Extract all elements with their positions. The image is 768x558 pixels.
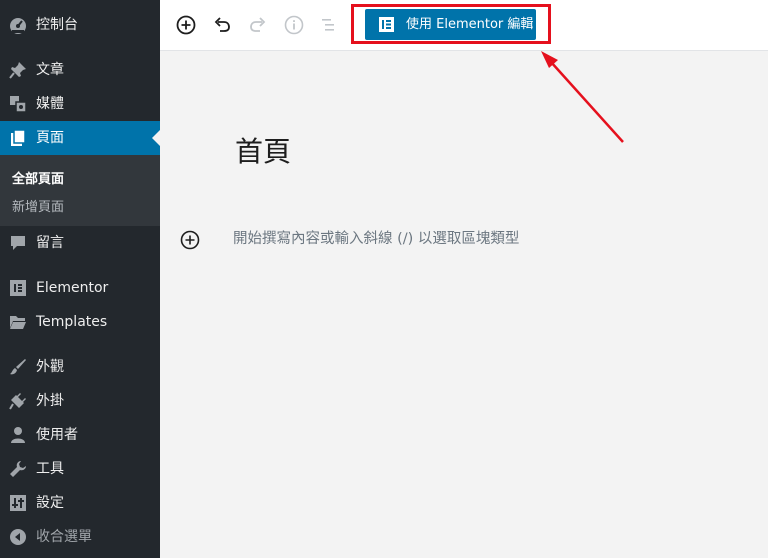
edit-with-elementor-button[interactable]: 使用 Elementor 編輯 [365,9,536,40]
info-icon[interactable] [282,13,306,37]
elementor-icon [379,17,394,32]
dashboard-icon [9,16,27,34]
elementor-icon [9,279,27,297]
edit-with-elementor-label: 使用 Elementor 編輯 [406,17,534,32]
add-block-icon[interactable] [174,13,198,37]
list-view-icon[interactable] [317,13,341,37]
sidebar-item-tools[interactable]: 工具 [0,452,160,486]
sidebar-item-label: Elementor [36,280,109,296]
sidebar-item-label: Templates [36,314,108,330]
page-title[interactable]: 首頁 [235,130,291,170]
redo-icon[interactable] [246,13,270,37]
block-inserter-icon[interactable] [180,230,200,250]
submenu-add-page[interactable]: 新增頁面 [12,196,64,215]
sidebar-item-label: 收合選單 [36,529,92,545]
admin-sidebar: 控制台 文章 媒體 頁面 全部頁面 新增頁面 留言 Elementor Temp… [0,0,160,558]
user-icon [9,426,27,444]
sidebar-item-label: 媒體 [36,96,64,112]
sidebar-item-label: 外掛 [36,393,64,409]
undo-icon[interactable] [210,13,234,37]
comment-icon [9,234,27,252]
sidebar-item-comments[interactable]: 留言 [0,226,160,260]
sidebar-item-settings[interactable]: 設定 [0,486,160,520]
sidebar-item-label: 文章 [36,62,64,78]
sidebar-item-posts[interactable]: 文章 [0,53,160,87]
collapse-icon [9,528,27,546]
submenu-all-pages[interactable]: 全部頁面 [12,168,64,187]
sidebar-item-label: 頁面 [36,130,64,146]
block-placeholder[interactable]: 開始撰寫內容或輸入斜線 (/) 以選取區塊類型 [233,227,519,248]
settings-icon [9,494,27,512]
brush-icon [9,358,27,376]
sidebar-collapse-menu[interactable]: 收合選單 [0,520,160,554]
sidebar-item-templates[interactable]: Templates [0,305,160,339]
sidebar-item-pages[interactable]: 頁面 [0,121,160,155]
media-icon [9,95,27,113]
pages-icon [9,129,27,147]
sidebar-item-label: 控制台 [36,17,78,33]
plugin-icon [9,392,27,410]
pin-icon [9,61,27,79]
sidebar-item-label: 使用者 [36,427,78,443]
sidebar-item-appearance[interactable]: 外觀 [0,350,160,384]
sidebar-item-users[interactable]: 使用者 [0,418,160,452]
sidebar-item-label: 工具 [36,461,64,477]
sidebar-item-label: 留言 [36,235,64,251]
editor-toolbar: 使用 Elementor 編輯 [160,0,768,51]
sidebar-item-media[interactable]: 媒體 [0,87,160,121]
wrench-icon [9,460,27,478]
sidebar-item-label: 外觀 [36,359,64,375]
folder-icon [9,313,27,331]
sidebar-item-label: 設定 [36,495,64,511]
sidebar-item-dashboard[interactable]: 控制台 [0,8,160,42]
editor-canvas: 首頁 開始撰寫內容或輸入斜線 (/) 以選取區塊類型 [160,52,768,558]
sidebar-item-elementor[interactable]: Elementor [0,271,160,305]
pages-submenu: 全部頁面 新增頁面 [0,155,160,226]
sidebar-item-plugins[interactable]: 外掛 [0,384,160,418]
